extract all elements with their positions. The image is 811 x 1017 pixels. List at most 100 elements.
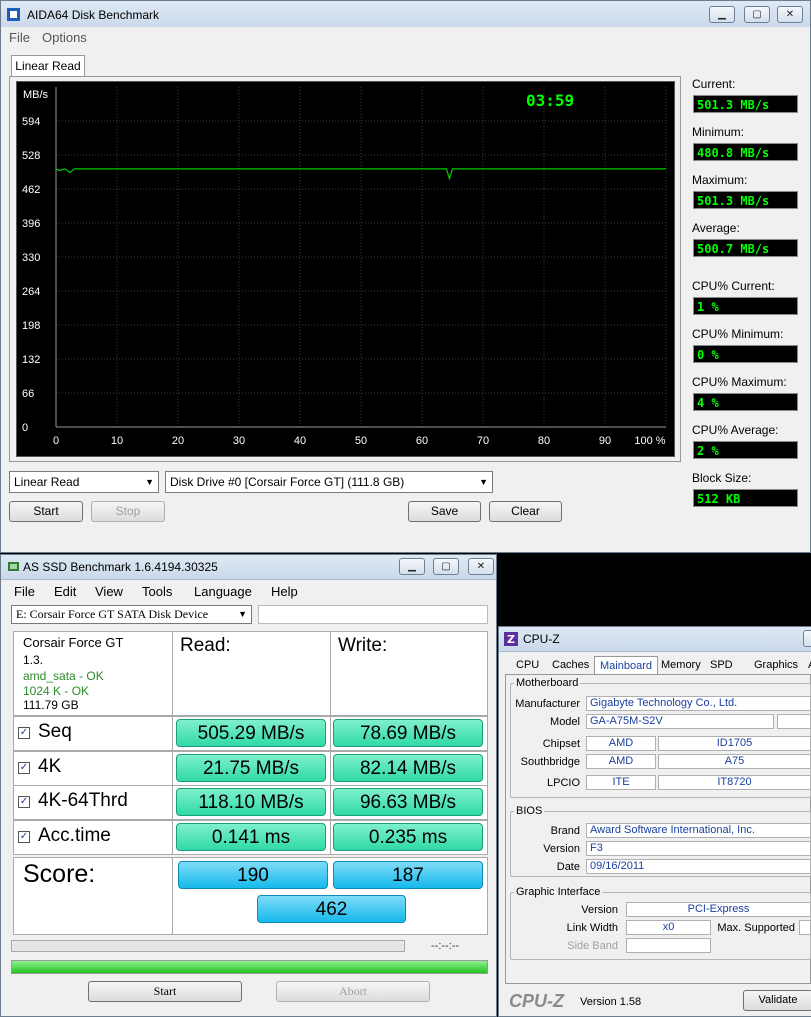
blank-field[interactable] <box>258 605 488 624</box>
gi-version-label: Version <box>581 904 618 916</box>
maximize-button[interactable]: ▢ <box>744 6 770 23</box>
firmware: 1.3. <box>23 653 44 667</box>
row-checkbox[interactable]: ✓ <box>18 830 30 843</box>
gi-side-band-label: Side Band <box>567 940 618 952</box>
lpcio-id: IT8720 <box>658 775 811 790</box>
test-select-value: Linear Read <box>14 475 80 489</box>
drive-select[interactable]: E: Corsair Force GT SATA Disk Device ▼ <box>11 605 252 624</box>
aida-window-title: AIDA64 Disk Benchmark <box>27 8 160 22</box>
benchmark-graph: 594 528 462 396 330 264 198 132 66 0 0 10 20 30 40 50 60… <box>16 81 675 457</box>
row-label: Acc.time <box>38 824 111 846</box>
stop-button[interactable]: Stop <box>91 501 165 522</box>
cpuz-titlebar[interactable]: Z CPU-Z ✕ <box>499 627 811 652</box>
southbridge-vendor: AMD <box>586 754 656 769</box>
svg-text:Z: Z <box>507 633 515 646</box>
close-button[interactable]: ✕ <box>777 6 803 23</box>
bios-version-label: Version <box>543 843 580 855</box>
score-label-cell: Score: <box>13 857 173 935</box>
row-read-value: 0.141 ms <box>176 822 326 851</box>
x-tick-label: 50 <box>355 435 367 447</box>
stat-label: CPU% Current: <box>692 279 775 293</box>
asssd-window: AS SSD Benchmark 1.6.4194.30325 ▁ ▢ ✕ Fi… <box>0 554 497 1017</box>
tab-memory[interactable]: Memory <box>656 656 706 675</box>
menu-language[interactable]: Language <box>194 584 252 599</box>
drive-select[interactable]: Disk Drive #0 [Corsair Force GT] (111.8 … <box>165 471 493 493</box>
gi-max-supported-label: Max. Supported <box>717 922 795 934</box>
score-total: 462 <box>257 895 406 923</box>
row-read-value: 505.29 MB/s <box>176 719 326 747</box>
drive-select-value: E: Corsair Force GT SATA Disk Device <box>16 607 209 621</box>
row-read-value: 21.75 MB/s <box>176 753 326 782</box>
test-select[interactable]: Linear Read ▼ <box>9 471 159 493</box>
cpuz-app-icon: Z <box>504 632 518 646</box>
gi-version-value: PCI-Express <box>626 902 811 917</box>
minimize-button[interactable]: ▁ <box>399 558 425 575</box>
validate-button[interactable]: Validate <box>743 990 811 1011</box>
score-label: Score: <box>23 860 96 888</box>
cpuz-logo: CPU-Z <box>509 991 564 1011</box>
southbridge-label: Southbridge <box>520 756 580 768</box>
tab-caches[interactable]: Caches <box>547 656 594 675</box>
y-tick-label: 0 <box>22 422 28 434</box>
tab-graphics[interactable]: Graphics <box>749 656 803 675</box>
asssd-titlebar[interactable]: AS SSD Benchmark 1.6.4194.30325 ▁ ▢ ✕ <box>1 555 496 580</box>
gi-link-width-label: Link Width <box>566 922 618 934</box>
row-checkbox[interactable]: ✓ <box>18 761 30 774</box>
stat-value: 480.8 MB/s <box>693 143 798 161</box>
close-button[interactable]: ✕ <box>468 558 494 575</box>
menu-options[interactable]: Options <box>42 30 87 45</box>
stat-label: CPU% Minimum: <box>692 327 784 341</box>
start-button[interactable]: Start <box>9 501 83 522</box>
write-header: Write: <box>338 635 388 656</box>
bios-date-label: Date <box>556 861 580 873</box>
stat-value: 512 KB <box>693 489 798 507</box>
row-write-value: 78.69 MB/s <box>333 719 483 747</box>
menu-view[interactable]: View <box>95 584 123 599</box>
minimize-button[interactable]: ▁ <box>709 6 735 23</box>
graph-svg: 594 528 462 396 330 264 198 132 66 0 0 10 20 30 40 50 60… <box>22 87 667 447</box>
chipset-id: ID1705 <box>658 736 811 751</box>
y-tick-label: 330 <box>22 252 40 264</box>
aida-menubar: File Options <box>1 27 810 47</box>
menu-help[interactable]: Help <box>271 584 298 599</box>
asssd-app-icon <box>8 562 19 571</box>
aida-app-icon <box>7 8 20 21</box>
clear-button[interactable]: Clear <box>489 501 562 522</box>
row-checkbox[interactable]: ✓ <box>18 727 30 739</box>
driver-status: amd_sata - OK <box>23 669 104 683</box>
cpuz-version: Version 1.58 <box>580 996 642 1008</box>
maximize-button[interactable]: ▢ <box>433 558 459 575</box>
tab-linear-read[interactable]: Linear Read <box>11 55 85 77</box>
chipset-label: Chipset <box>542 738 580 750</box>
y-tick-label: 528 <box>22 150 40 162</box>
start-button[interactable]: Start <box>88 981 242 1002</box>
y-tick-label: 396 <box>22 218 40 230</box>
dropdown-arrow-icon: ▼ <box>479 477 488 487</box>
aida-window: AIDA64 Disk Benchmark ▁ ▢ ✕ File Options… <box>0 0 811 553</box>
menu-tools[interactable]: Tools <box>142 584 172 599</box>
abort-button[interactable]: Abort <box>276 981 430 1002</box>
stat-value: 1 % <box>693 297 798 315</box>
x-tick-label: 60 <box>416 435 428 447</box>
tab-a[interactable]: A <box>803 656 811 675</box>
save-button[interactable]: Save <box>408 501 481 522</box>
row-write-value: 82.14 MB/s <box>333 753 483 782</box>
x-tick-label: 90 <box>599 435 611 447</box>
bios-group-label: BIOS <box>514 805 545 817</box>
row-checkbox[interactable]: ✓ <box>18 796 30 808</box>
score-write: 187 <box>333 861 483 889</box>
menu-file[interactable]: File <box>14 584 35 599</box>
menu-file[interactable]: File <box>9 30 30 45</box>
tab-mainboard[interactable]: Mainboard <box>594 656 658 676</box>
read-header: Read: <box>180 635 231 656</box>
dropdown-arrow-icon: ▼ <box>145 477 154 487</box>
aida-titlebar[interactable]: AIDA64 Disk Benchmark ▁ ▢ ✕ <box>1 1 810 30</box>
stat-label: CPU% Maximum: <box>692 375 787 389</box>
row-label-cell <box>13 750 173 786</box>
dropdown-arrow-icon: ▼ <box>238 609 247 619</box>
tab-spd[interactable]: SPD <box>705 656 738 675</box>
tab-cpu[interactable]: CPU <box>511 656 544 675</box>
graphic-interface-group-label: Graphic Interface <box>514 886 603 898</box>
menu-edit[interactable]: Edit <box>54 584 76 599</box>
close-button[interactable]: ✕ <box>803 630 811 647</box>
